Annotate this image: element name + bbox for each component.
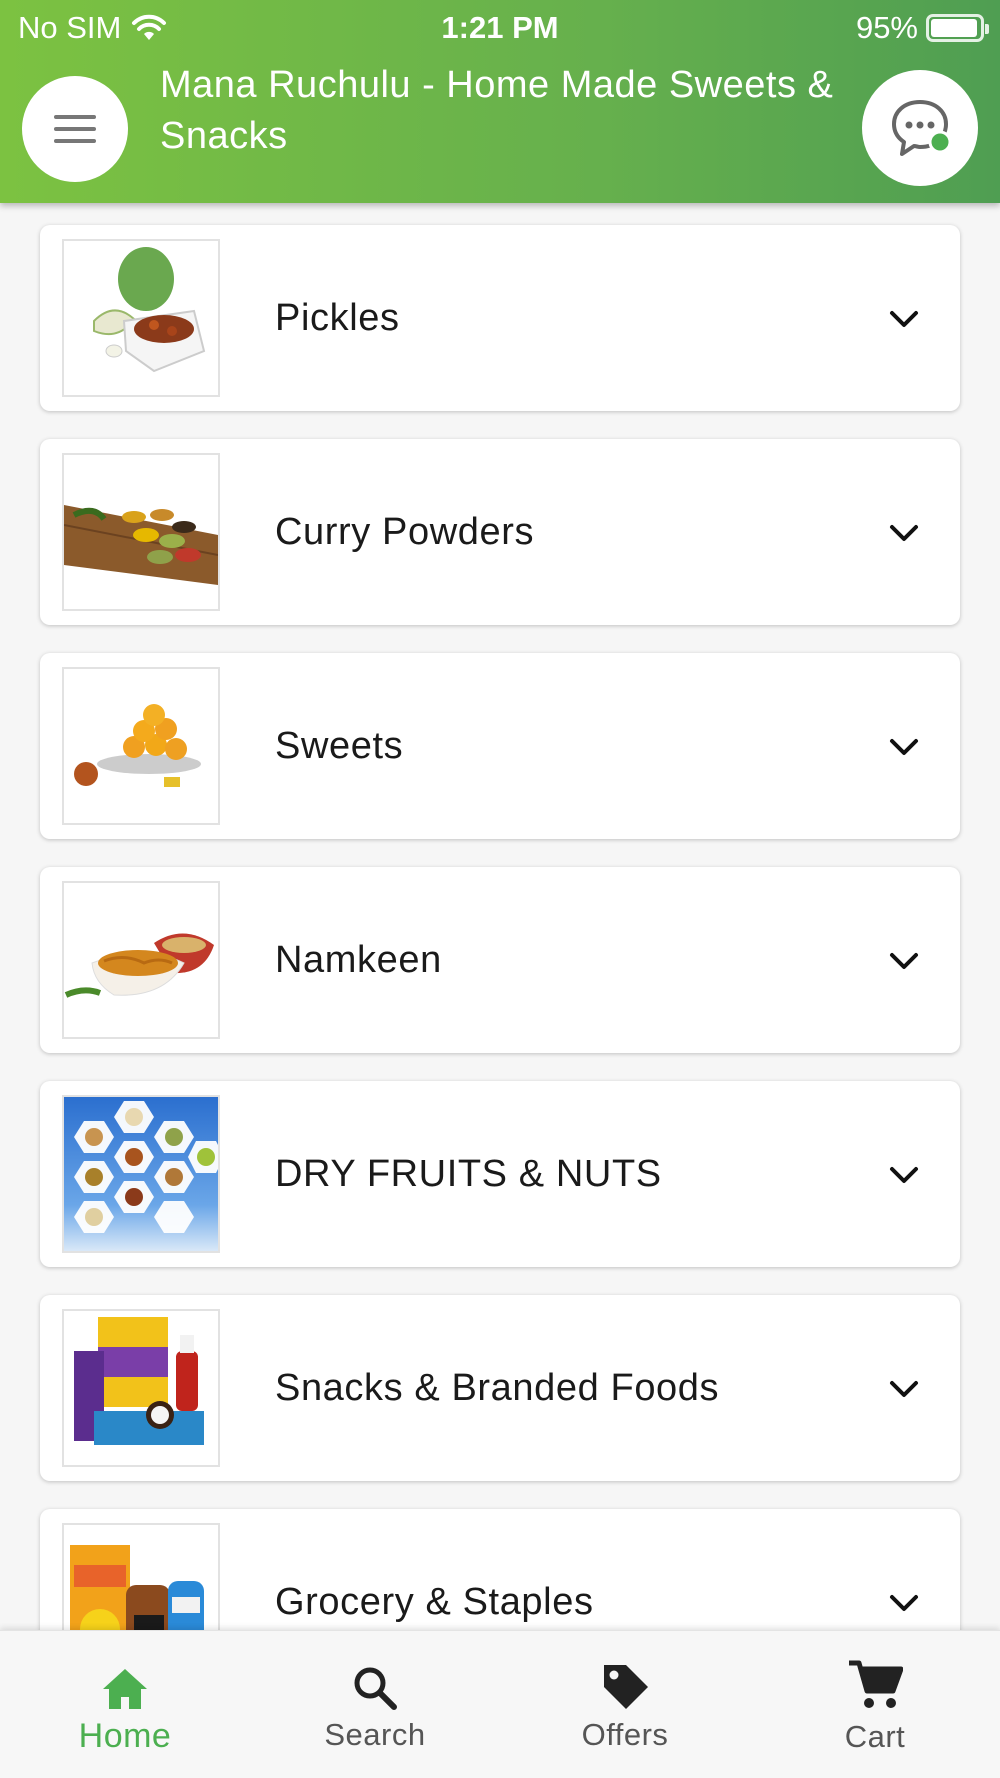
category-label: Curry Powders <box>275 511 535 553</box>
hamburger-menu-icon <box>54 115 96 143</box>
nav-cart-label: Cart <box>844 1719 906 1754</box>
nav-home[interactable]: Home <box>0 1631 250 1778</box>
cart-icon <box>849 1660 903 1708</box>
category-card-sweets[interactable]: Sweets <box>40 653 960 839</box>
chevron-down-icon[interactable] <box>888 303 920 335</box>
search-icon <box>354 1667 397 1710</box>
dry-fruits-image <box>62 1095 220 1253</box>
status-time: 1:21 PM <box>441 10 559 45</box>
app-title: Mana Ruchulu - Home Made Sweets & Snacks <box>160 64 834 157</box>
nav-cart[interactable]: Cart <box>750 1631 1000 1778</box>
chevron-down-icon[interactable] <box>888 1373 920 1405</box>
chevron-down-icon[interactable] <box>888 731 920 763</box>
grocery-staples-image <box>62 1523 220 1630</box>
battery-level <box>931 19 977 37</box>
category-label: Grocery & Staples <box>275 1581 594 1623</box>
battery-icon <box>926 14 989 42</box>
tag-icon <box>604 1665 648 1709</box>
category-label: Namkeen <box>275 939 442 981</box>
chevron-down-icon[interactable] <box>888 1159 920 1191</box>
category-card-pickles[interactable]: Pickles <box>40 225 960 411</box>
status-right: 95% <box>855 10 989 46</box>
category-card-namkeen[interactable]: Namkeen <box>40 867 960 1053</box>
category-card-grocery-staples[interactable]: Grocery & Staples <box>40 1509 960 1630</box>
chevron-down-icon[interactable] <box>888 945 920 977</box>
chevron-down-icon[interactable] <box>888 517 920 549</box>
bottom-navigation: Home Search Offers Cart <box>0 1630 1000 1778</box>
category-card-curry-powders[interactable]: Curry Powders <box>40 439 960 625</box>
nav-search[interactable]: Search <box>250 1631 500 1778</box>
category-card-snacks-branded-foods[interactable]: Snacks & Branded Foods <box>40 1295 960 1481</box>
pickles-image <box>62 239 220 397</box>
home-icon <box>103 1669 147 1709</box>
snacks-branded-image <box>62 1309 220 1467</box>
nav-home-label: Home <box>78 1717 172 1755</box>
sweets-image <box>62 667 220 825</box>
app-header: No SIM 1:21 PM 95% Mana Ruchulu - Home M… <box>0 0 1000 203</box>
status-bar: No SIM 1:21 PM 95% <box>0 0 1000 52</box>
chat-bubble-icon <box>892 100 952 156</box>
category-label: DRY FRUITS & NUTS <box>275 1153 662 1195</box>
chevron-down-icon[interactable] <box>888 1587 920 1619</box>
category-list: Pickles Curry Powders Sweets Namkeen DRY… <box>0 203 1000 1630</box>
menu-button[interactable] <box>22 76 128 182</box>
namkeen-image <box>62 881 220 1039</box>
nav-offers-label: Offers <box>581 1717 669 1752</box>
category-label: Sweets <box>275 725 404 767</box>
category-card-dry-fruits-nuts[interactable]: DRY FRUITS & NUTS <box>40 1081 960 1267</box>
nav-offers[interactable]: Offers <box>500 1631 750 1778</box>
category-label: Snacks & Branded Foods <box>275 1367 720 1409</box>
curry-powders-image <box>62 453 220 611</box>
battery-percent: 95% <box>855 10 918 45</box>
nav-search-label: Search <box>324 1717 426 1752</box>
category-label: Pickles <box>275 297 400 339</box>
chat-button[interactable] <box>862 70 978 186</box>
